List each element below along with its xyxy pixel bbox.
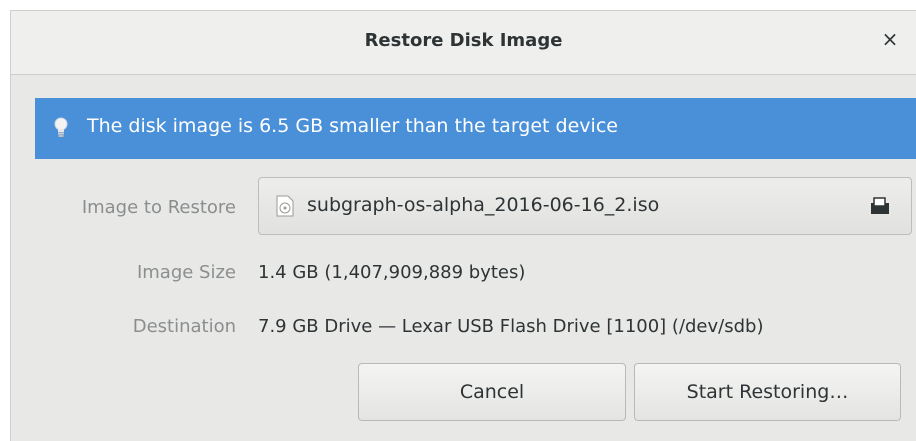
destination-label: Destination [132, 316, 236, 337]
lightbulb-icon [54, 117, 68, 137]
open-folder-icon [871, 197, 889, 214]
restore-disk-image-dialog: Restore Disk Image × The disk image is 6… [10, 10, 916, 441]
cancel-button[interactable]: Cancel [358, 363, 626, 421]
image-file-name: subgraph-os-alpha_2016-06-16_2.iso [307, 194, 660, 216]
close-button[interactable]: × [880, 29, 900, 49]
dialog-title: Restore Disk Image [364, 30, 563, 51]
info-bar: The disk image is 6.5 GB smaller than th… [35, 98, 916, 159]
info-message: The disk image is 6.5 GB smaller than th… [87, 115, 618, 137]
image-size-label: Image Size [136, 262, 236, 283]
titlebar: Restore Disk Image × [11, 11, 916, 75]
image-size-value: 1.4 GB (1,407,909,889 bytes) [258, 262, 526, 283]
start-restoring-button[interactable]: Start Restoring… [634, 363, 901, 421]
disc-image-file-icon [276, 195, 294, 217]
image-to-restore-label: Image to Restore [81, 197, 236, 218]
destination-value: 7.9 GB Drive — Lexar USB Flash Drive [11… [258, 316, 764, 337]
image-file-chooser-button[interactable]: subgraph-os-alpha_2016-06-16_2.iso [258, 177, 912, 235]
